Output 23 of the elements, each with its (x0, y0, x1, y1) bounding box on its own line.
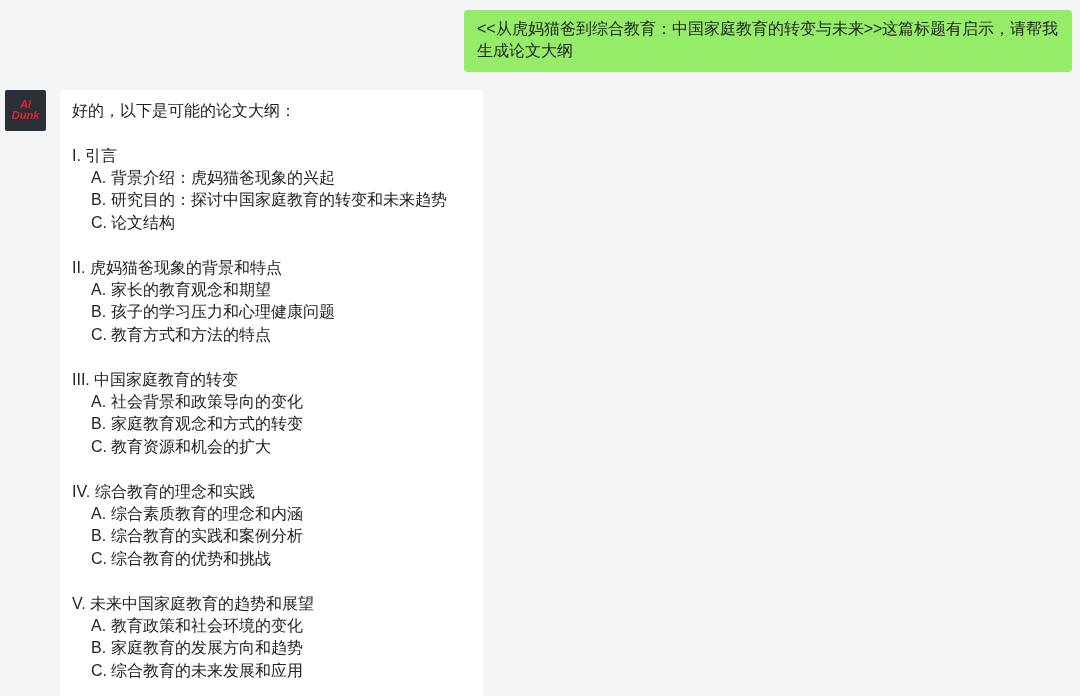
outline-item: B. 家庭教育观念和方式的转变 (90, 414, 304, 435)
intro-text: 好的，以下是可能的论文大纲： (72, 100, 297, 121)
outline-item: C. 教育资源和机会的扩大 (90, 436, 273, 457)
outline-heading: IV. 综合教育的理念和实践 (72, 481, 256, 502)
outline-item: B. 综合教育的实践和案例分析 (90, 526, 304, 547)
outline-item: A. 社会背景和政策导向的变化 (90, 392, 304, 413)
outline-heading: II. 虎妈猫爸现象的背景和特点 (72, 257, 283, 278)
outline-item: C. 综合教育的未来发展和应用 (90, 660, 305, 681)
outline-heading: V. 未来中国家庭教育的趋势和展望 (72, 593, 316, 614)
outline-item: A. 背景介绍：虎妈猫爸现象的兴起 (90, 168, 336, 188)
outline-item: C. 综合教育的优势和挑战 (90, 548, 273, 569)
outline-item: C. 教育方式和方法的特点 (90, 324, 273, 345)
outline-heading: III. 中国家庭教育的转变 (72, 369, 240, 390)
outline-item: A. 教育政策和社会环境的变化 (90, 616, 304, 637)
outline-item: B. 家庭教育的发展方向和趋势 (90, 638, 304, 659)
avatar-logo: AI Dunk (5, 89, 46, 131)
outline-item: C. 论文结构 (90, 212, 177, 233)
outline-item: B. 研究目的：探讨中国家庭教育的转变和未来趋势 (90, 190, 448, 211)
outline-item: B. 孩子的学习压力和心理健康问题 (90, 302, 336, 323)
outline-item: A. 综合素质教育的理念和内涵 (90, 504, 304, 525)
outline-item: A. 家长的教育观念和期望 (90, 280, 272, 301)
outline-heading: I. 引言 (72, 145, 119, 166)
user-message-bubble: <<从虎妈猫爸到综合教育：中国家庭教育的转变与未来>>这篇标题有启示，请帮我生成论文大纲 (464, 10, 1072, 72)
